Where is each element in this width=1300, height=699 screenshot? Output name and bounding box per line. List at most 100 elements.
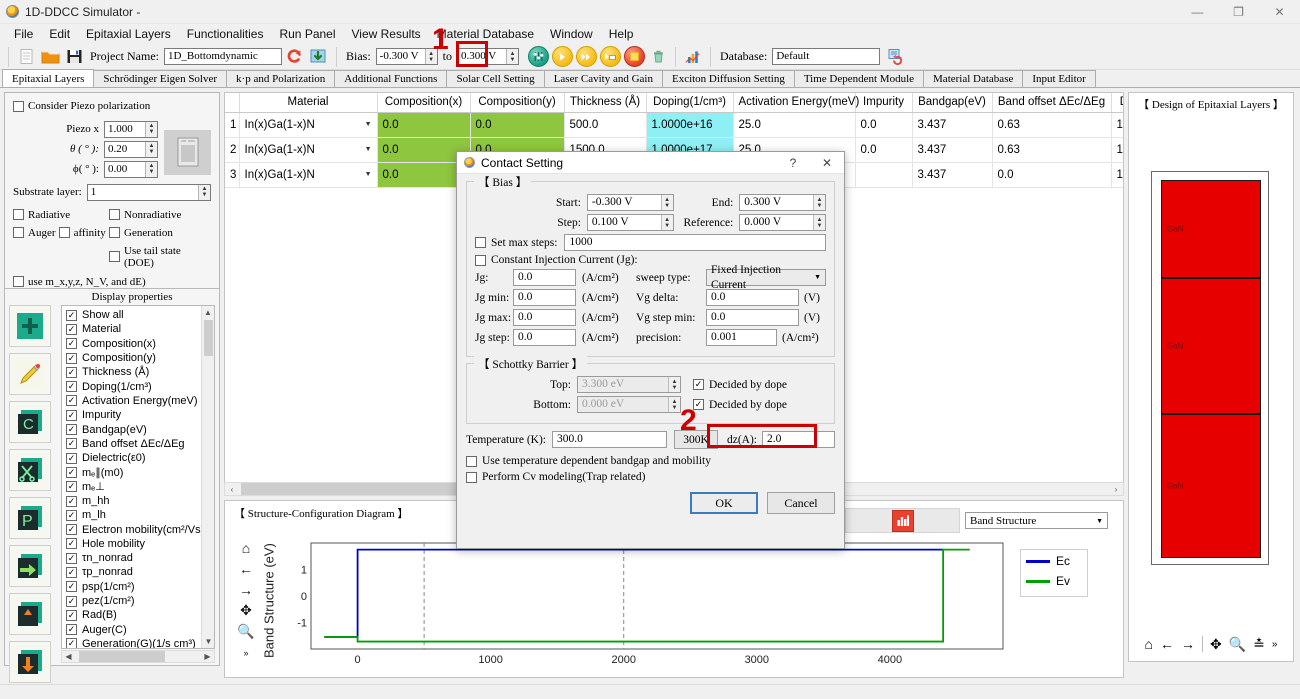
checkbox-psp[interactable]: ✓: [66, 581, 77, 593]
tab-time-dependent-module[interactable]: Time Dependent Module: [793, 70, 925, 87]
display-item-show-all[interactable]: ✓ Show all: [66, 308, 201, 322]
save-icon[interactable]: [63, 46, 85, 68]
top-decided-by-dope-checkbox[interactable]: ✓: [693, 379, 704, 390]
header-activation-energy[interactable]: Activation Energy(meV): [733, 93, 859, 113]
cell-dielectric[interactable]: 10.4: [1111, 162, 1123, 188]
piezo-x-spinner[interactable]: 1.000 ▲ ▼: [104, 120, 158, 138]
menu-edit[interactable]: Edit: [41, 25, 78, 43]
cell-bandgap[interactable]: 3.437: [912, 137, 993, 163]
scroll-left-icon[interactable]: ◀: [62, 652, 75, 661]
substrate-layer-spinner[interactable]: 1 ▲ ▼: [86, 183, 211, 201]
cell-impurity[interactable]: [855, 162, 913, 188]
checkbox-generation[interactable]: ✓: [66, 638, 77, 648]
display-list-horizontal-scrollbar[interactable]: ◀ ▶: [61, 650, 215, 663]
jg-input[interactable]: 0.0: [513, 269, 576, 286]
step-spinner[interactable]: 0.100 V ▲ ▼: [586, 214, 674, 231]
display-item-generation[interactable]: ✓ Generation(G)(1/s cm³): [66, 637, 201, 648]
cv-modeling-checkbox[interactable]: [466, 471, 477, 483]
checkbox-impurity[interactable]: ✓: [66, 409, 77, 421]
checkbox-composition-x[interactable]: ✓: [66, 338, 77, 350]
checkbox-pez[interactable]: ✓: [66, 595, 77, 607]
copy-layer-icon[interactable]: C: [9, 401, 51, 443]
cell-impurity[interactable]: 0.0: [855, 112, 913, 138]
temperature-input[interactable]: 300.0: [551, 431, 667, 448]
menu-epitaxial-layers[interactable]: Epitaxial Layers: [78, 25, 179, 43]
contact-setting-icon[interactable]: [527, 46, 549, 68]
step-spin-buttons[interactable]: ▲ ▼: [660, 215, 673, 230]
scroll-down-icon[interactable]: ▼: [202, 635, 214, 648]
display-item-tn-nonrad[interactable]: ✓ τn_nonrad: [66, 551, 201, 565]
display-item-dielectric[interactable]: ✓ Dielectric(ε0): [66, 451, 201, 465]
cell-doping[interactable]: 1.0000e+16: [646, 112, 734, 138]
tab-exciton-diffusion-setting[interactable]: Exciton Diffusion Setting: [661, 70, 795, 87]
chevron-down-icon[interactable]: ▼: [365, 171, 372, 178]
settings-sliders-icon[interactable]: ≛: [1253, 636, 1265, 653]
table-row[interactable]: 1 In(x)Ga(1-x)N ▼ 0.0 0.0 500.0 1.0000e+1…: [225, 112, 1123, 138]
cell-bandgap[interactable]: 3.437: [912, 112, 993, 138]
scroll-up-icon[interactable]: ▲: [202, 306, 214, 319]
back-arrow-icon[interactable]: ←: [233, 558, 259, 579]
cell-activation-energy[interactable]: 25.0: [733, 112, 856, 138]
tab-solar-cell-setting[interactable]: Solar Cell Setting: [446, 70, 545, 87]
display-properties-list[interactable]: ✓ Show all ✓ Material ✓ Composition(x) ✓ Com…: [61, 305, 215, 649]
affinity-checkbox[interactable]: affinity: [58, 227, 106, 239]
cell-dielectric[interactable]: 10.4: [1111, 112, 1123, 138]
theta-spin-buttons[interactable]: ▲ ▼: [145, 141, 157, 157]
checkbox-tp-nonrad[interactable]: ✓: [66, 566, 77, 578]
end-spinner[interactable]: 0.300 V ▲ ▼: [739, 194, 827, 211]
menu-help[interactable]: Help: [601, 25, 642, 43]
layer-block-1[interactable]: GaN: [1161, 180, 1261, 278]
table-scroll-right-icon[interactable]: ›: [1109, 485, 1123, 494]
bias-end-spin-buttons[interactable]: ▲ ▼: [506, 49, 518, 64]
use-mass-nv-de-checkbox[interactable]: use m_x,y,z, N_V, and dE): [13, 276, 146, 288]
header-dielectric[interactable]: Dielectric(ε0): [1111, 93, 1123, 113]
set-max-steps-checkbox[interactable]: [475, 237, 486, 248]
piezo-x-spin-buttons[interactable]: ▲ ▼: [145, 121, 157, 137]
forward-arrow-icon[interactable]: →: [233, 579, 259, 600]
checkbox-tn-nonrad[interactable]: ✓: [66, 552, 77, 564]
phi-spin-buttons[interactable]: ▲ ▼: [145, 161, 157, 177]
layer-block-2[interactable]: GaN: [1161, 278, 1261, 414]
paste-layer-icon[interactable]: P: [9, 497, 51, 539]
move-up-icon[interactable]: [9, 593, 51, 635]
display-item-hole-mobility[interactable]: ✓ Hole mobility: [66, 537, 201, 551]
vg-delta-input[interactable]: 0.0: [706, 289, 799, 306]
close-icon[interactable]: ✕: [810, 152, 844, 174]
display-item-me-parallel[interactable]: ✓ mₑ∥(m0): [66, 465, 201, 479]
vertical-scroll-thumb[interactable]: [204, 320, 213, 356]
checkbox-me-perp[interactable]: ✓: [66, 481, 77, 493]
header-material[interactable]: Material: [239, 93, 378, 113]
generation-checkbox[interactable]: Generation: [109, 227, 173, 239]
header-composition-y[interactable]: Composition(y): [470, 93, 565, 113]
ok-button[interactable]: OK: [690, 492, 758, 514]
cell-band-offset[interactable]: 0.0: [992, 162, 1112, 188]
checkbox-material[interactable]: ✓: [66, 323, 77, 335]
checkbox-show-all[interactable]: ✓: [66, 309, 77, 321]
cut-layer-icon[interactable]: [9, 449, 51, 491]
cell-thickness[interactable]: 500.0: [564, 112, 647, 138]
checkbox-m-hh[interactable]: ✓: [66, 495, 77, 507]
layer-stack-diagram[interactable]: GaN GaN GaN: [1151, 171, 1269, 565]
display-item-tp-nonrad[interactable]: ✓ τp_nonrad: [66, 565, 201, 579]
start-spin-buttons[interactable]: ▲ ▼: [660, 195, 673, 210]
tab-laser-cavity-and-gain[interactable]: Laser Cavity and Gain: [543, 70, 663, 87]
auger-checkbox[interactable]: Auger: [13, 227, 56, 239]
cell-band-offset[interactable]: 0.63: [992, 137, 1112, 163]
precision-input[interactable]: 0.001: [706, 329, 777, 346]
display-item-pez[interactable]: ✓ pez(1/cm²): [66, 594, 201, 608]
maximize-button[interactable]: ❐: [1218, 0, 1259, 24]
table-scroll-left-icon[interactable]: ‹: [225, 485, 239, 494]
display-item-m-lh[interactable]: ✓ m_lh: [66, 508, 201, 522]
display-item-rad-b[interactable]: ✓ Rad(B): [66, 608, 201, 622]
tab-material-database[interactable]: Material Database: [923, 70, 1024, 87]
header-impurity[interactable]: Impurity: [855, 93, 913, 113]
display-list-vertical-scrollbar[interactable]: ▲ ▼: [201, 306, 214, 648]
layer-block-3[interactable]: GaN: [1161, 414, 1261, 558]
chevron-down-icon[interactable]: ▼: [365, 146, 372, 153]
header-thickness[interactable]: Thickness (Å): [564, 93, 647, 113]
more-icon[interactable]: »: [233, 642, 259, 663]
theta-spinner[interactable]: 0.20 ▲ ▼: [104, 140, 158, 158]
display-item-psp[interactable]: ✓ psp(1/cm²): [66, 580, 201, 594]
database-input[interactable]: Default: [772, 48, 881, 65]
refresh-icon[interactable]: [284, 46, 306, 68]
